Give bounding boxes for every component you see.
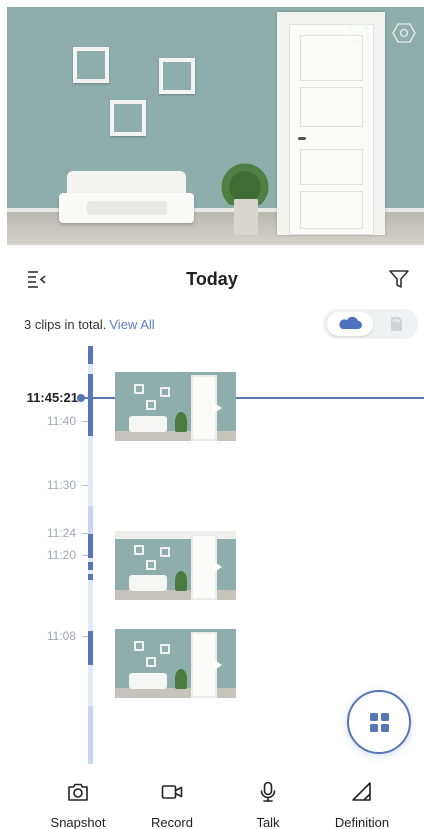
talk-button[interactable]: Talk (223, 770, 313, 829)
camera-live-preview[interactable] (7, 7, 424, 245)
time-label: 11:08 (46, 629, 76, 643)
time-tick (82, 485, 88, 486)
clips-summary: 3 clips in total. View All (24, 317, 155, 332)
preview-wall-frame (110, 100, 146, 136)
recorded-segment[interactable] (88, 346, 93, 364)
external-open-icon[interactable] (348, 21, 372, 45)
timeline-track[interactable] (88, 346, 93, 764)
recorded-segment[interactable] (88, 631, 93, 665)
grid-menu-button[interactable] (347, 690, 411, 754)
sd-card-button[interactable] (379, 312, 413, 336)
settings-hexagon-icon[interactable] (392, 21, 416, 45)
time-label: 11:40 (46, 414, 76, 428)
sd-card-icon (391, 317, 402, 331)
preview-wall-frame (159, 58, 195, 94)
preview-wall-frame (73, 47, 109, 83)
playhead-marker[interactable] (77, 394, 85, 402)
recorded-segment[interactable] (88, 534, 93, 558)
time-tick (82, 533, 88, 534)
page-title: Today (186, 269, 238, 289)
recorded-segment[interactable] (88, 562, 93, 570)
clip-thumbnail[interactable] (115, 531, 236, 600)
storage-source-toggle (323, 309, 418, 339)
time-tick (82, 636, 88, 637)
time-tick (82, 421, 88, 422)
record-label: Record (151, 815, 193, 829)
time-tick (82, 555, 88, 556)
preview-door (289, 24, 374, 235)
definition-triangle-icon (350, 780, 374, 804)
cloud-icon (339, 316, 362, 329)
recorded-segment[interactable] (88, 574, 93, 580)
recorded-segment[interactable] (88, 706, 93, 764)
snapshot-label: Snapshot (50, 815, 106, 829)
clip-thumbnail[interactable] (115, 372, 236, 441)
video-camera-icon (160, 780, 184, 804)
time-label: 11:24 (46, 526, 76, 540)
talk-label: Talk (256, 815, 280, 829)
time-label: 11:20 (46, 548, 76, 562)
play-icon (213, 561, 222, 573)
view-all-link[interactable]: View All (109, 317, 154, 332)
microphone-icon (256, 780, 280, 804)
timeline-header: Today (0, 262, 424, 298)
play-icon (213, 402, 222, 414)
snapshot-button[interactable]: Snapshot (33, 770, 123, 829)
preview-plant (215, 145, 275, 235)
cloud-storage-button[interactable] (327, 312, 373, 336)
clip-thumbnail[interactable] (115, 629, 236, 698)
time-label: 11:30 (46, 478, 76, 492)
filter-icon[interactable] (388, 268, 410, 290)
recorded-segment[interactable] (88, 374, 93, 436)
definition-button[interactable]: Definition (317, 770, 407, 829)
definition-label: Definition (334, 815, 390, 829)
camera-icon (66, 780, 90, 804)
current-time-label: 11:45:21 (26, 390, 78, 405)
play-icon (213, 659, 222, 671)
clips-count-text: 3 clips in total. (24, 317, 107, 332)
record-button[interactable]: Record (127, 770, 217, 829)
grid-menu-icon (370, 713, 390, 733)
preview-armchair (59, 171, 194, 229)
bottom-toolbar: Snapshot Record Talk Definition (0, 770, 424, 829)
